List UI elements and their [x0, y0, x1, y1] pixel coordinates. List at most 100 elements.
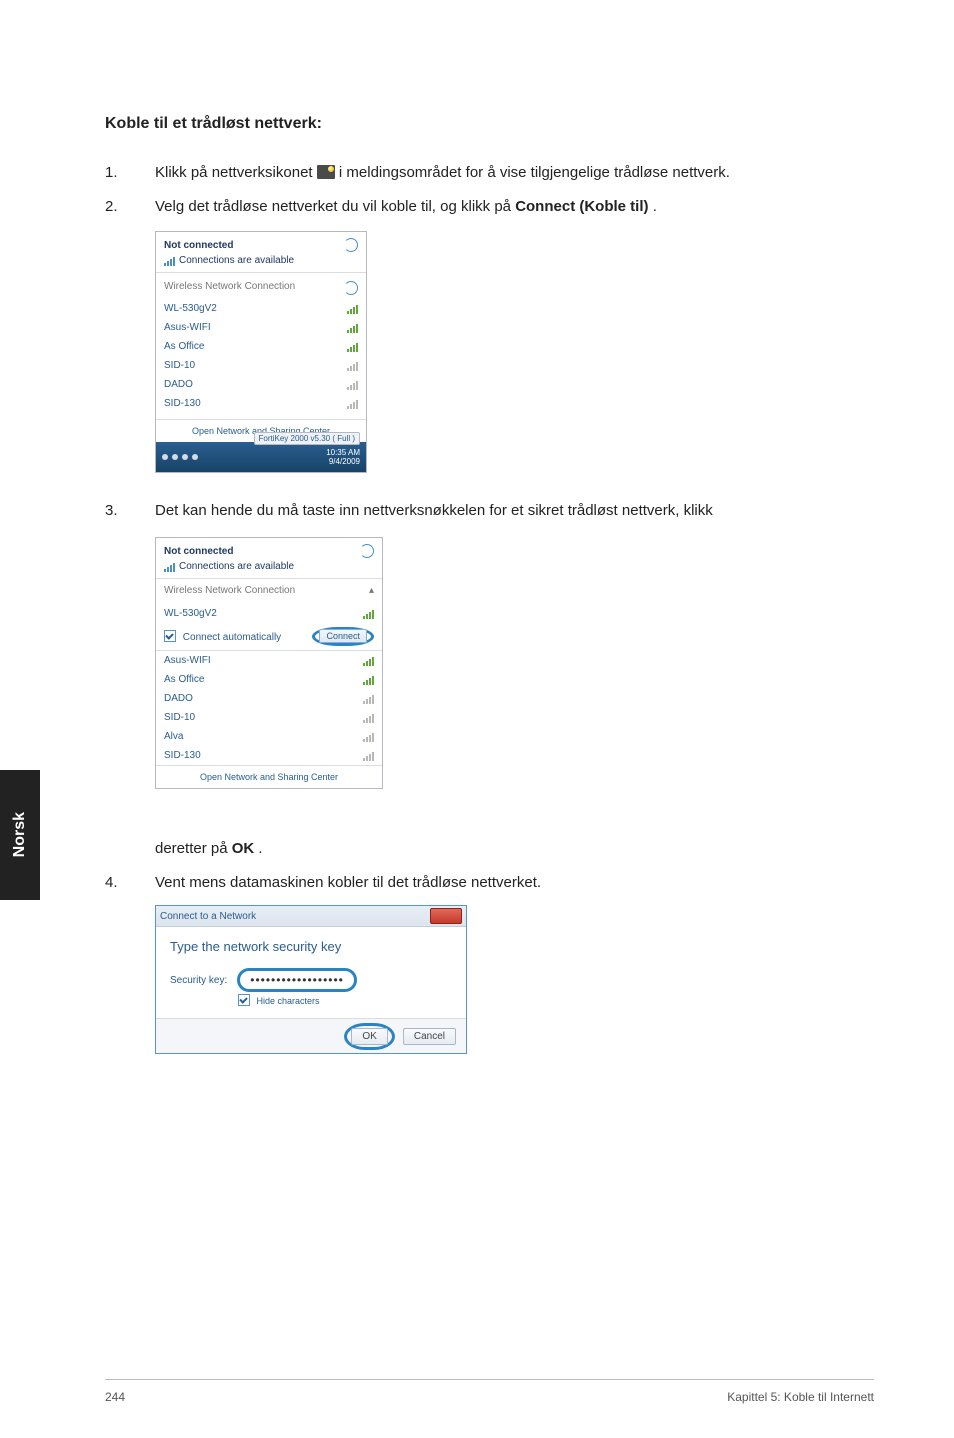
network-item[interactable]: WL-530gV2 [164, 299, 358, 318]
tray-icons [162, 454, 198, 460]
step1-pre: Klikk på nettverksikonet [155, 164, 317, 181]
network-item[interactable]: SID-10 [156, 708, 382, 727]
network-item[interactable]: Alva [156, 727, 382, 746]
network-name: SID-130 [164, 398, 201, 409]
checkbox-icon[interactable] [238, 994, 250, 1006]
network-item[interactable]: Asus-WIFI [156, 651, 382, 670]
step-text: Velg det trådløse nettverket du vil kobl… [155, 195, 874, 219]
popup-category-label: Wireless Network Connection [164, 585, 295, 596]
signal-bars-icon [363, 656, 374, 666]
network-name: As Office [164, 674, 204, 685]
selected-network[interactable]: WL-530gV2 [156, 604, 382, 623]
cancel-button[interactable]: Cancel [403, 1028, 456, 1045]
tray-icon [162, 454, 168, 460]
checkbox-icon[interactable] [164, 630, 176, 642]
network-item[interactable]: DADO [164, 375, 358, 394]
step1-post: i meldingsområdet for å vise tilgjengeli… [339, 164, 730, 181]
step-number-blank [105, 837, 155, 861]
hide-characters-label: Hide characters [257, 996, 320, 1006]
refresh-icon[interactable] [360, 544, 374, 558]
connect-row: Connect automatically Connect [156, 623, 382, 651]
page-number: 244 [105, 1390, 125, 1404]
auto-connect[interactable]: Connect automatically [164, 630, 281, 643]
step-number: 4. [105, 871, 155, 895]
open-network-center-link[interactable]: Open Network and Sharing Center [156, 765, 382, 788]
signal-bars-icon [363, 694, 374, 704]
chapter-title: Kapittel 5: Koble til Internett [727, 1390, 874, 1404]
step-text: Det kan hende du må taste inn nettverksn… [155, 499, 874, 523]
signal-bars-icon [363, 751, 374, 761]
network-item[interactable]: SID-130 [164, 394, 358, 413]
security-key-label: Security key: [170, 975, 227, 986]
signal-bars-icon [347, 361, 358, 371]
tray-icon [172, 454, 178, 460]
network-item[interactable]: SID-130 [156, 746, 382, 765]
section-heading: Koble til et trådløst nettverk: [105, 115, 874, 133]
step2-post: . [653, 198, 657, 215]
step3b-post: . [258, 840, 262, 857]
dialog-title: Connect to a Network [160, 911, 256, 922]
network-item[interactable]: SID-10 [164, 356, 358, 375]
popup-subtitle: Connections are available [164, 561, 374, 572]
step-number: 3. [105, 499, 155, 523]
dialog-heading: Type the network security key [170, 939, 452, 954]
network-name: WL-530gV2 [164, 303, 217, 314]
step-text: Vent mens datamaskinen kobler til det tr… [155, 871, 874, 895]
security-key-dialog: Connect to a Network Type the network se… [155, 905, 467, 1054]
network-item[interactable]: DADO [156, 689, 382, 708]
signal-bars-icon [347, 323, 358, 333]
signal-bars-icon [363, 609, 374, 619]
highlight-circle: Connect [312, 627, 374, 646]
signal-icon [164, 562, 175, 572]
auto-connect-label: Connect automatically [183, 632, 281, 643]
step2-bold: Connect (Koble til) [515, 198, 648, 215]
taskbar-time: 10:35 AM [326, 448, 360, 457]
taskbar-date: 9/4/2009 [326, 457, 360, 466]
popup-category: Wireless Network Connection [164, 281, 358, 295]
network-item[interactable]: As Office [164, 337, 358, 356]
connect-button[interactable]: Connect [319, 629, 367, 643]
step-number: 1. [105, 161, 155, 185]
network-name: Asus-WIFI [164, 322, 211, 333]
network-tray-icon [317, 165, 335, 179]
signal-icon [164, 256, 175, 266]
popup-category: Wireless Network Connection ▴ [156, 581, 382, 600]
tray-icon [192, 454, 198, 460]
step3b-pre: deretter på [155, 840, 232, 857]
close-button[interactable] [430, 908, 462, 924]
popup-title: Not connected [164, 240, 358, 251]
network-item[interactable]: As Office [156, 670, 382, 689]
ok-button[interactable]: OK [351, 1028, 387, 1045]
networks-popup-connect: Not connected Connections are available … [155, 537, 383, 789]
signal-bars-icon [363, 713, 374, 723]
popup-title: Not connected [164, 546, 374, 557]
fortikey-tooltip: FortiKey 2000 v5.30 ( Full ) [254, 432, 360, 445]
network-name: SID-10 [164, 360, 195, 371]
popup-sub-text: Connections are available [179, 255, 294, 266]
footer-separator [105, 1379, 874, 1380]
signal-bars-icon [347, 304, 358, 314]
step3b-bold: OK [232, 840, 255, 857]
networks-popup: Not connected Connections are available … [155, 231, 367, 473]
taskbar: FortiKey 2000 v5.30 ( Full ) 10:35 AM 9/… [156, 442, 366, 472]
security-key-input[interactable]: •••••••••••••••••• [237, 968, 357, 992]
network-name: As Office [164, 341, 204, 352]
network-name: SID-10 [164, 712, 195, 723]
step-number: 2. [105, 195, 155, 219]
popup-subtitle: Connections are available [164, 255, 358, 266]
signal-bars-icon [363, 675, 374, 685]
network-name: SID-130 [164, 750, 201, 761]
network-name: DADO [164, 693, 193, 704]
refresh-icon[interactable] [344, 238, 358, 252]
network-name: Asus-WIFI [164, 655, 211, 666]
signal-bars-icon [347, 380, 358, 390]
step-text: deretter på OK . [155, 837, 874, 861]
network-name: Alva [164, 731, 183, 742]
language-tab-label: Norsk [11, 812, 29, 857]
signal-bars-icon [347, 399, 358, 409]
signal-bars-icon [347, 342, 358, 352]
language-tab: Norsk [0, 770, 40, 900]
network-item[interactable]: Asus-WIFI [164, 318, 358, 337]
hide-characters[interactable]: Hide characters [238, 994, 452, 1006]
chevron-up-icon [344, 281, 358, 295]
